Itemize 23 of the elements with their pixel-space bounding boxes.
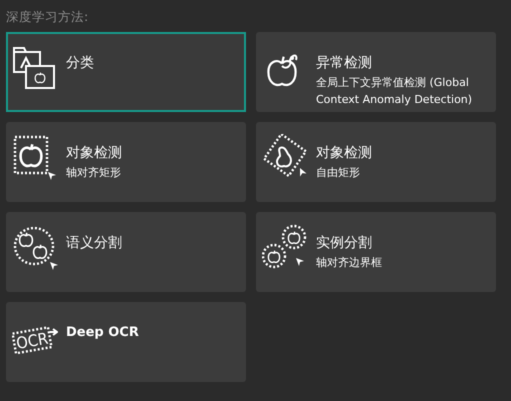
method-card[interactable]: OCR Deep OCR: [6, 302, 246, 382]
method-title: 分类: [66, 54, 94, 72]
method-title: 实例分割: [316, 234, 373, 252]
section-heading: 深度学习方法:: [6, 8, 90, 26]
method-title: Deep OCR: [66, 324, 139, 342]
method-title: 对象检测: [316, 144, 372, 162]
method-card[interactable]: 异常检测 全局上下文异常值检测 (Global Context Anomaly Detection): [256, 32, 496, 112]
method-description: 轴对齐矩形: [66, 165, 122, 181]
method-card[interactable]: 对象检测 轴对齐矩形: [6, 122, 246, 202]
apples-lasso-icon: [262, 224, 308, 270]
method-description: 自由矩形: [316, 165, 361, 181]
method-card[interactable]: 实例分割 轴对齐边界框: [256, 212, 496, 292]
method-card[interactable]: 对象检测 自由矩形: [256, 122, 496, 202]
folders-icon: [12, 44, 58, 90]
method-description: 全局上下文异常值检测 (Global Context Anomaly Detection): [316, 75, 474, 108]
method-card[interactable]: 语义分割: [6, 212, 246, 292]
method-title: 语义分割: [66, 234, 122, 252]
apples-lasso-icon: [12, 224, 58, 270]
method-title: 异常检测: [316, 54, 373, 72]
apple-selection-icon: [12, 134, 58, 180]
method-title: 对象检测: [66, 144, 122, 162]
method-description: 轴对齐边界框: [316, 255, 382, 271]
method-card[interactable]: 分类: [6, 32, 246, 112]
